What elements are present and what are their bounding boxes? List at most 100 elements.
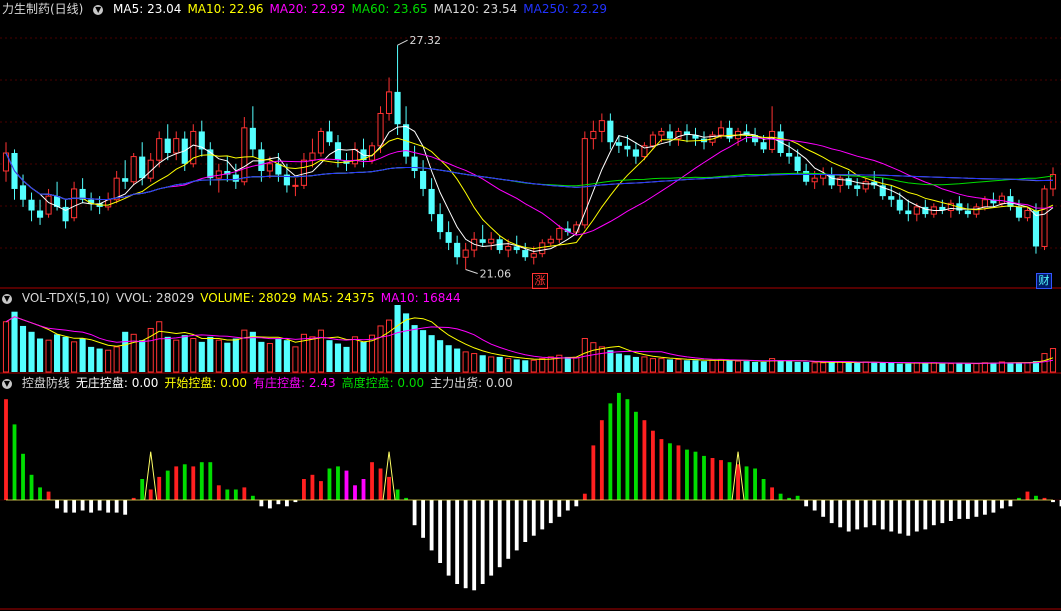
indicator-bar	[616, 392, 621, 500]
toggle-icon[interactable]: ▼	[93, 4, 104, 15]
candle-body	[786, 153, 793, 157]
indicator-bar	[506, 500, 511, 559]
indicator-bar	[940, 500, 945, 524]
indicator-bar	[157, 476, 162, 500]
indicator-bar	[778, 493, 783, 500]
indicator-toggle-icon[interactable]: ▼	[2, 378, 12, 389]
candle	[862, 178, 869, 193]
volume-bar	[479, 355, 486, 372]
indicator-histogram[interactable]	[4, 392, 1061, 591]
volume-bar	[2, 321, 10, 373]
volume-bar	[513, 359, 520, 372]
main-candles[interactable]	[2, 45, 1057, 270]
ma10-line	[5, 134, 1054, 250]
candle	[198, 120, 205, 157]
candle-body	[428, 188, 435, 215]
candle	[173, 131, 180, 161]
candle-body	[479, 239, 486, 243]
candle-body	[854, 185, 861, 189]
candle	[905, 199, 912, 222]
candle-body	[556, 227, 563, 240]
candle	[641, 142, 648, 161]
indicator-bar	[974, 500, 979, 517]
indicator-header: ▼ 控盘防线 无庄控盘: 0.00 开始控盘: 0.00 有庄控盘: 2.43 高度控盘…	[2, 374, 525, 392]
indicator-bar	[633, 411, 638, 500]
volume-bar	[743, 361, 750, 372]
volume-label-4: MA10: 16844	[380, 291, 461, 305]
volume-header: ▼ VOL-TDX(5,10) VVOL: 28029 VOLUME: 28029 M…	[2, 289, 473, 307]
candle-body	[377, 112, 384, 147]
indicator-bar	[804, 500, 809, 507]
volume-bar	[624, 355, 631, 372]
candle-body	[351, 148, 359, 165]
candle	[360, 138, 367, 168]
candle	[547, 235, 554, 247]
volume-bar	[990, 362, 997, 372]
volume-bar	[496, 356, 503, 372]
candle	[71, 181, 78, 222]
indicator-line	[6, 451, 1053, 501]
candle-body	[632, 149, 639, 157]
candle-body	[232, 174, 239, 182]
candle	[752, 127, 759, 146]
volume-bar	[403, 313, 410, 372]
candle-body	[437, 214, 444, 233]
volume-bar	[717, 358, 725, 373]
candle	[317, 127, 325, 157]
volume-bar	[71, 341, 78, 373]
volume-bar	[888, 362, 895, 372]
candle-body	[760, 142, 767, 150]
candle	[164, 124, 171, 161]
stock-title[interactable]: 力生制药(日线)	[2, 2, 83, 16]
low-price-label: 21.06	[480, 267, 512, 280]
candle-body	[624, 145, 631, 150]
candle-body	[998, 195, 1005, 204]
candle	[854, 178, 861, 197]
candle-body	[71, 188, 78, 219]
indicator-bar	[744, 466, 749, 500]
candle	[794, 149, 801, 175]
volume-bar	[581, 338, 588, 373]
volume-bar	[258, 341, 265, 372]
volume-bar	[641, 356, 648, 373]
volume-bar	[590, 342, 597, 373]
candle-body	[266, 163, 273, 172]
candle	[420, 160, 427, 197]
volume-bar	[845, 362, 852, 372]
badge-zhang[interactable]: 涨	[532, 273, 548, 289]
candle	[964, 203, 971, 218]
volume-bar	[734, 360, 742, 373]
candle-body	[139, 156, 146, 179]
volume-bar	[45, 339, 52, 373]
badge-cai[interactable]: 财	[1036, 273, 1052, 289]
volume-label-1: VVOL: 28029	[115, 291, 195, 305]
volume-bar	[811, 362, 818, 373]
indicator-bar	[233, 489, 238, 500]
volume-bar	[394, 305, 401, 372]
volume-bar	[726, 360, 733, 372]
indicator-bar	[1000, 500, 1004, 509]
volume-bar	[454, 348, 461, 372]
volume-ma10-line	[5, 316, 1054, 364]
volume-bar	[411, 325, 418, 372]
candle-body	[156, 138, 163, 161]
volume-bar	[564, 356, 571, 372]
moving-average-lines	[5, 125, 1054, 253]
candle	[692, 127, 699, 146]
volume-bar	[947, 363, 954, 373]
volume-bar	[36, 338, 44, 372]
candle	[564, 221, 571, 236]
volume-bar	[122, 331, 129, 372]
indicator-bar	[438, 500, 443, 563]
indicator-bar	[336, 466, 340, 500]
indicator-bar	[89, 500, 94, 513]
indicator-bar	[872, 500, 877, 526]
ma-label-1: MA10: 22.96	[187, 2, 264, 16]
indicator-bar	[80, 500, 85, 511]
volume-toggle-icon[interactable]: ▼	[2, 293, 12, 304]
indicator-bar	[72, 500, 77, 513]
candle	[598, 113, 605, 143]
indicator-label-0: 控盘防线	[21, 376, 70, 390]
indicator-label-4: 高度控盘: 0.00	[341, 376, 425, 390]
volume-bar	[156, 321, 163, 373]
